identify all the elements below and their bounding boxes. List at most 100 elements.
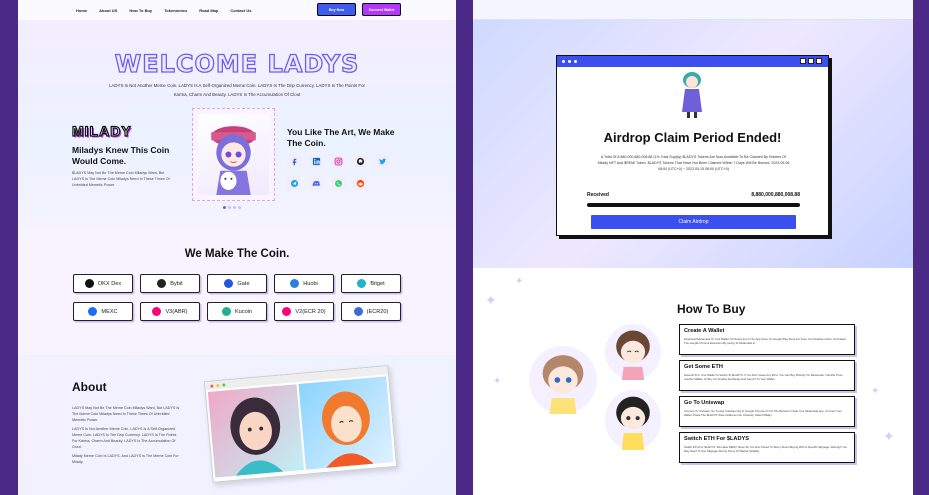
about-paragraph: LADYS Is Not Another Meme Coin. LADYS Is… — [72, 427, 177, 449]
exchange-label: Huobi — [303, 280, 318, 287]
step-body: Have ETH In Your Wallet To Switch To $LA… — [684, 373, 843, 381]
top-navigation: Home About US How To Buy Tokenomics Road… — [18, 0, 456, 20]
kucoin-icon — [221, 307, 231, 316]
buy-now-button[interactable]: Buy Now — [317, 3, 356, 16]
nav-tokenomics[interactable]: Tokenomics — [164, 8, 187, 13]
exchange-button[interactable]: Huobi — [274, 274, 334, 293]
coin-heading: Miladys Knew This Coin Would Come. — [72, 145, 170, 166]
buy-step-card: Switch ETH For $LADYS Switch ETH For $LA… — [679, 432, 855, 463]
airdrop-description: A Total Of 8,880,000,880,008.88 (1% Tota… — [597, 155, 790, 171]
exchange-label: MEXC — [101, 308, 118, 315]
chibi-character-image — [605, 390, 661, 450]
about-section: About LADYS May Not Be The Meme Coin Mil… — [18, 355, 456, 495]
exchange-label: V2(ECR 20) — [295, 308, 326, 315]
exchange-button[interactable]: V2(ECR 20) — [274, 302, 334, 321]
airdrop-section: Airdrop Claim Period Ended! A Total Of 8… — [473, 0, 913, 268]
close-icon[interactable] — [816, 58, 822, 64]
telegram-icon[interactable] — [287, 176, 301, 190]
step-title: Get Some ETH — [684, 364, 723, 370]
milady-logo: MILADY — [71, 122, 132, 139]
bybit-icon — [157, 279, 167, 288]
nav-road-map[interactable]: Road Map — [199, 8, 218, 13]
milady-art-frame — [192, 108, 275, 201]
linkedin-icon[interactable] — [309, 154, 323, 168]
buy-step-card: Create A Wallet Download Metamask Or You… — [679, 324, 855, 355]
exchange-label: Gate — [237, 280, 250, 287]
how-to-buy-title: How To Buy — [677, 302, 746, 316]
exchange-button[interactable]: (ECR20) — [341, 302, 401, 321]
about-paragraph: Milady Meme Coin Is LADYS, And LADYS Is … — [72, 454, 179, 464]
mexc-icon — [88, 307, 98, 316]
nav-contact[interactable]: Contact Us — [230, 8, 251, 13]
exchange-label: OKX Dex — [97, 280, 122, 287]
step-title: Create A Wallet — [684, 328, 725, 334]
left-page-panel: Home About US How To Buy Tokenomics Road… — [18, 0, 456, 495]
exchange-button[interactable]: OKX Dex — [73, 274, 133, 293]
minimize-icon[interactable] — [800, 58, 806, 64]
nav-home[interactable]: Home — [76, 8, 87, 13]
bitget-icon — [357, 279, 367, 288]
step-body: Download Metamask Or Your Wallet Of Choi… — [684, 337, 846, 345]
browser-mockup-image — [203, 365, 398, 483]
exchange-button[interactable]: Bitget — [341, 274, 401, 293]
layers-icon — [353, 307, 363, 316]
milady-character-image — [198, 114, 269, 195]
window-title-bar — [557, 56, 828, 67]
buy-steps-list: Create A Wallet Download Metamask Or You… — [679, 324, 855, 463]
uniswap-icon — [152, 307, 162, 316]
exchange-grid: OKX Dex Bybit Gate Huobi Bitget MEXC V3(ABR) Ku… — [73, 274, 403, 321]
sparkle-icon: ✦ — [871, 386, 880, 397]
claim-airdrop-button[interactable]: Claim Airdrop — [591, 215, 796, 229]
instagram-icon[interactable] — [331, 154, 345, 168]
sparkle-icon: ✦ — [485, 292, 497, 308]
discord-icon[interactable] — [309, 176, 323, 190]
exchange-label: V3(ABR) — [165, 308, 188, 315]
progress-fill — [587, 203, 800, 207]
connect-wallet-button[interactable]: Connect Wallet — [362, 3, 401, 16]
whatsapp-icon[interactable] — [331, 176, 345, 190]
airdrop-title: Airdrop Claim Period Ended! — [603, 130, 782, 145]
github-icon[interactable] — [353, 154, 367, 168]
airdrop-window: Airdrop Claim Period Ended! A Total Of 8… — [556, 55, 829, 236]
step-title: Switch ETH For $LADYS — [684, 436, 749, 442]
exchange-label: Bitget — [370, 280, 385, 287]
coin-body-text: $LADYS May Not Be The Meme Coin Miladys … — [72, 171, 170, 187]
about-paragraph: LADYS May Not Be The Meme Coin Miladys W… — [72, 406, 180, 422]
exchange-button[interactable]: Bybit — [140, 274, 200, 293]
maximize-icon[interactable] — [808, 58, 814, 64]
huobi-icon — [290, 279, 300, 288]
exchange-button[interactable]: V3(ABR) — [140, 302, 200, 321]
gate-icon — [224, 279, 234, 288]
welcome-heading: WELCOME LADYS — [114, 49, 360, 78]
make-coin-title: We Make The Coin. — [184, 248, 290, 260]
received-row: Received 8,880,000,880,008.88 — [587, 192, 800, 198]
exchange-label: (ECR20) — [366, 308, 389, 315]
exchange-label: Kucoin — [234, 308, 253, 315]
sparkle-icon: ✦ — [493, 376, 502, 387]
chibi-character-image — [529, 346, 597, 414]
hero-section: WELCOME LADYS LADYS Is Not Another Meme … — [18, 20, 456, 230]
reddit-icon[interactable] — [353, 176, 367, 190]
exchange-label: Bybit — [170, 280, 183, 287]
received-value: 8,880,000,880,008.88 — [751, 192, 800, 198]
exchange-button[interactable]: Gate — [207, 274, 267, 293]
step-body: Connect To Uniswap. Go To App.Uniswap.Or… — [684, 409, 842, 417]
exchange-button[interactable]: MEXC — [73, 302, 133, 321]
twitter-icon[interactable] — [375, 154, 389, 168]
about-title: About — [72, 380, 107, 394]
art-heading: You Like The Art, We Make The Coin. — [287, 127, 395, 148]
buy-step-card: Go To Uniswap Connect To Uniswap. Go To … — [679, 396, 855, 427]
uniswap-icon — [282, 307, 292, 316]
step-body: Switch ETH For $LADYS. We Have ZERO Taxe… — [684, 445, 847, 453]
about-body: LADYS May Not Be The Meme Coin Miladys W… — [72, 405, 180, 468]
exchange-button[interactable]: Kucoin — [207, 302, 267, 321]
nav-about[interactable]: About US — [99, 8, 117, 13]
milady-figure-image — [677, 70, 707, 120]
chibi-character-image — [605, 324, 661, 380]
make-coin-section: We Make The Coin. OKX Dex Bybit Gate Huobi B… — [18, 230, 456, 345]
carousel-dots[interactable] — [223, 206, 241, 209]
sparkle-icon: ✦ — [883, 428, 895, 444]
nav-how-to-buy[interactable]: How To Buy — [129, 8, 152, 13]
okx-icon — [84, 279, 94, 288]
facebook-icon[interactable] — [287, 154, 301, 168]
